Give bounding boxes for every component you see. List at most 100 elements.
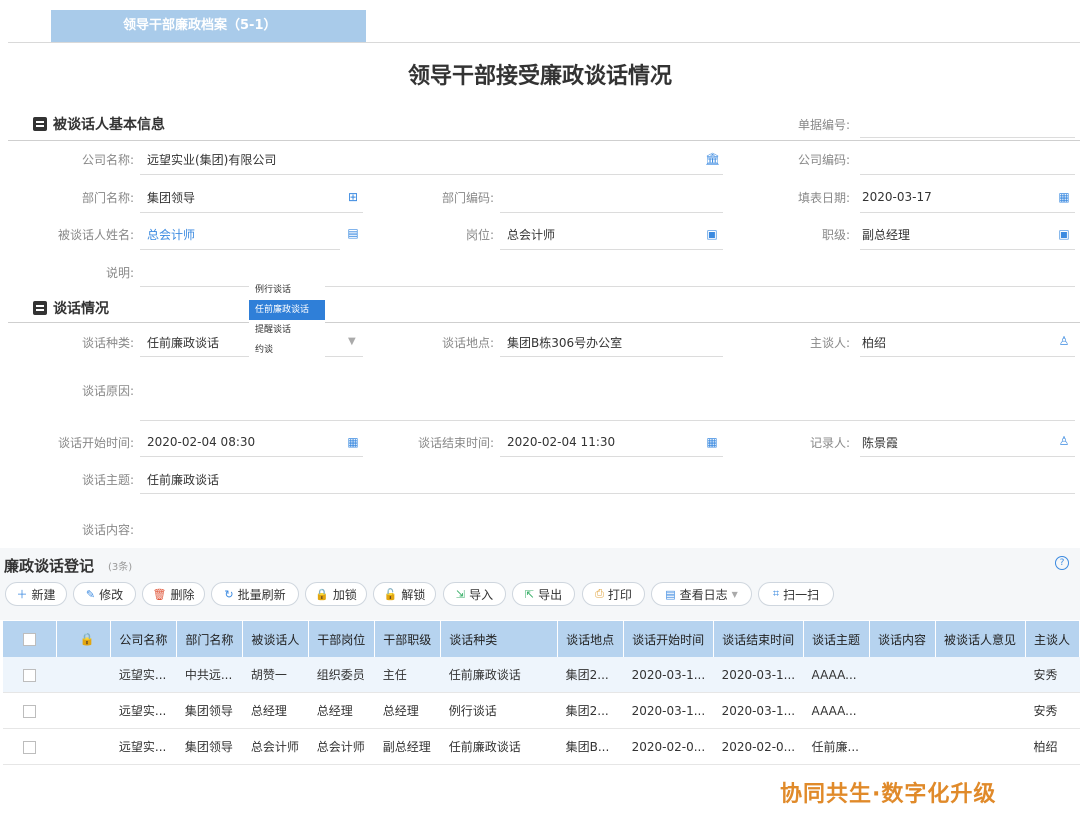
talk-type-value[interactable]: 任前廉政谈话 [147,334,219,351]
table-row[interactable]: 远望实... 中共远... 胡赞一 组织委员 主任 任前廉政谈话 集团2... … [3,657,1080,693]
end-time-value[interactable]: 2020-02-04 11:30 [507,435,615,449]
export-button[interactable]: ⇱ 导出 [512,582,575,606]
table-row[interactable]: 远望实... 集团领导 总会计师 总会计师 副总经理 任前廉政谈话 集团B...… [3,728,1080,765]
row-select[interactable] [3,728,57,765]
table-cell: 远望实... [110,657,177,693]
host-value[interactable]: 柏绍 [862,334,886,351]
print-button[interactable]: ⎙ 打印 [582,582,645,606]
column-header[interactable]: 谈话地点 [557,621,625,657]
user-icon[interactable]: ♙ [1057,334,1071,348]
delete-button[interactable]: 🗑 删除 [142,582,205,606]
edit-button[interactable]: ✎ 修改 [73,582,136,606]
dropdown-caret-icon[interactable]: ▼ [348,336,356,347]
column-header[interactable]: 谈话结束时间 [713,621,805,657]
fill-date-underline [860,212,1075,213]
column-header[interactable]: 被谈话人意见 [935,621,1026,657]
calendar-icon[interactable]: ▦ [346,435,360,449]
edit-icon: ✎ [85,587,96,601]
calendar-icon[interactable]: ▦ [705,435,719,449]
person-name-label: 被谈话人姓名: [57,228,134,242]
section-divider [8,140,1080,141]
dept-tree-icon[interactable]: ⊞ [346,190,360,204]
scan-button[interactable]: ⌗ 扫一扫 [758,582,834,606]
recorder-value[interactable]: 陈景霞 [862,434,898,451]
batch-refresh-button[interactable]: ↻ 批量刷新 [211,582,299,606]
tab-divider [8,42,1080,43]
table-header-row: 🔒 公司名称 部门名称 被谈话人 干部岗位 干部职级 谈话种类 谈话地点 谈话开… [3,621,1080,657]
view-log-button[interactable]: ▤ 查看日志 ▼ [651,582,752,606]
company-name-label: 公司名称: [81,153,134,167]
post-underline [500,249,723,250]
subject-label: 谈话主题: [81,473,134,487]
dropdown-option[interactable]: 提醒谈话 [249,320,325,340]
grid-count: (3条) [108,562,133,573]
lock-icon: 🔒 [79,632,95,646]
help-icon[interactable]: ? [1055,556,1069,570]
refresh-icon: ↻ [224,587,234,601]
column-header[interactable]: 被谈话人 [242,621,310,657]
column-header[interactable]: 公司名称 [110,621,178,657]
column-header[interactable]: 谈话内容 [869,621,936,657]
table-cell: 组织委员 [308,657,375,693]
end-time-label: 谈话结束时间: [417,436,494,450]
table-cell: 中共远... [176,657,243,693]
recorder-underline [860,456,1075,457]
scan-icon: ⌗ [772,587,780,600]
column-header[interactable]: 谈话主题 [803,621,870,657]
table-row[interactable]: 远望实... 集团领导 总经理 总经理 总经理 例行谈话 集团2... 2020… [3,692,1080,729]
basic-info-title: 被谈话人基本信息 [53,117,165,133]
dept-code-label: 部门编码: [441,191,494,205]
table-cell: 任前廉政谈话 [440,657,558,693]
unlock-button[interactable]: 🔓 解锁 [373,582,436,606]
user-icon[interactable]: ♙ [1057,434,1071,448]
start-time-value[interactable]: 2020-02-04 08:30 [147,435,255,449]
row-select[interactable] [3,692,57,729]
import-button[interactable]: ⇲ 导入 [443,582,506,606]
checkbox[interactable] [23,633,36,646]
column-header[interactable]: 部门名称 [176,621,244,657]
reason-label: 谈话原因: [81,384,134,398]
checkbox[interactable] [23,704,36,718]
lock-button[interactable]: 🔒 加锁 [305,582,367,606]
calendar-icon[interactable]: ▦ [1057,190,1071,204]
log-icon: ▤ [665,587,676,601]
company-name-value[interactable]: 远望实业(集团)有限公司 [147,151,276,168]
archive-tab[interactable]: 领导干部廉政档案（5-1） [51,10,366,42]
rank-value[interactable]: 副总经理 [862,226,910,243]
chevron-down-icon: ▼ [731,589,738,599]
person-card-icon[interactable]: ▤ [346,226,360,240]
table-cell: 任前廉政谈话 [440,728,558,765]
person-name-value[interactable]: 总会计师 [147,226,195,243]
checkbox[interactable] [23,740,36,754]
company-code-field[interactable] [860,174,1075,175]
column-header[interactable]: 干部职级 [374,621,442,657]
fill-date-value[interactable]: 2020-03-17 [862,190,932,204]
dropdown-option-selected[interactable]: 任前廉政谈话 [249,300,325,320]
column-header[interactable]: 谈话种类 [440,621,559,657]
column-header[interactable]: 干部岗位 [308,621,376,657]
new-button[interactable]: ＋新建 [5,582,67,606]
row-select[interactable] [3,657,57,693]
doc-no-field[interactable] [860,137,1075,138]
bank-building-icon[interactable]: 🏛 [705,152,720,166]
table-cell: 总会计师 [242,728,309,765]
post-value[interactable]: 总会计师 [507,226,555,243]
dropdown-option[interactable]: 例行谈话 [249,280,325,300]
reason-field[interactable] [140,420,1075,421]
table-cell: 远望实... [110,728,177,765]
talk-type-dropdown[interactable]: 例行谈话 任前廉政谈话 提醒谈话 约谈 [249,280,325,360]
dropdown-option[interactable]: 约谈 [249,340,325,360]
dept-name-value[interactable]: 集团领导 [147,189,195,206]
recorder-label: 记录人: [809,436,850,450]
select-all-header[interactable] [3,621,58,657]
subject-value[interactable]: 任前廉政谈话 [147,471,219,488]
dept-code-field[interactable] [500,212,723,213]
talk-place-value[interactable]: 集团B栋306号办公室 [507,334,622,351]
column-header[interactable]: 主谈人 [1025,621,1080,657]
post-lookup-icon[interactable]: ▣ [705,227,719,241]
column-header[interactable]: 谈话开始时间 [623,621,715,657]
checkbox[interactable] [23,668,36,682]
rank-lookup-icon[interactable]: ▣ [1057,227,1071,241]
table-cell: 2020-03-1... [623,657,714,693]
unlock-icon: 🔓 [383,587,398,601]
